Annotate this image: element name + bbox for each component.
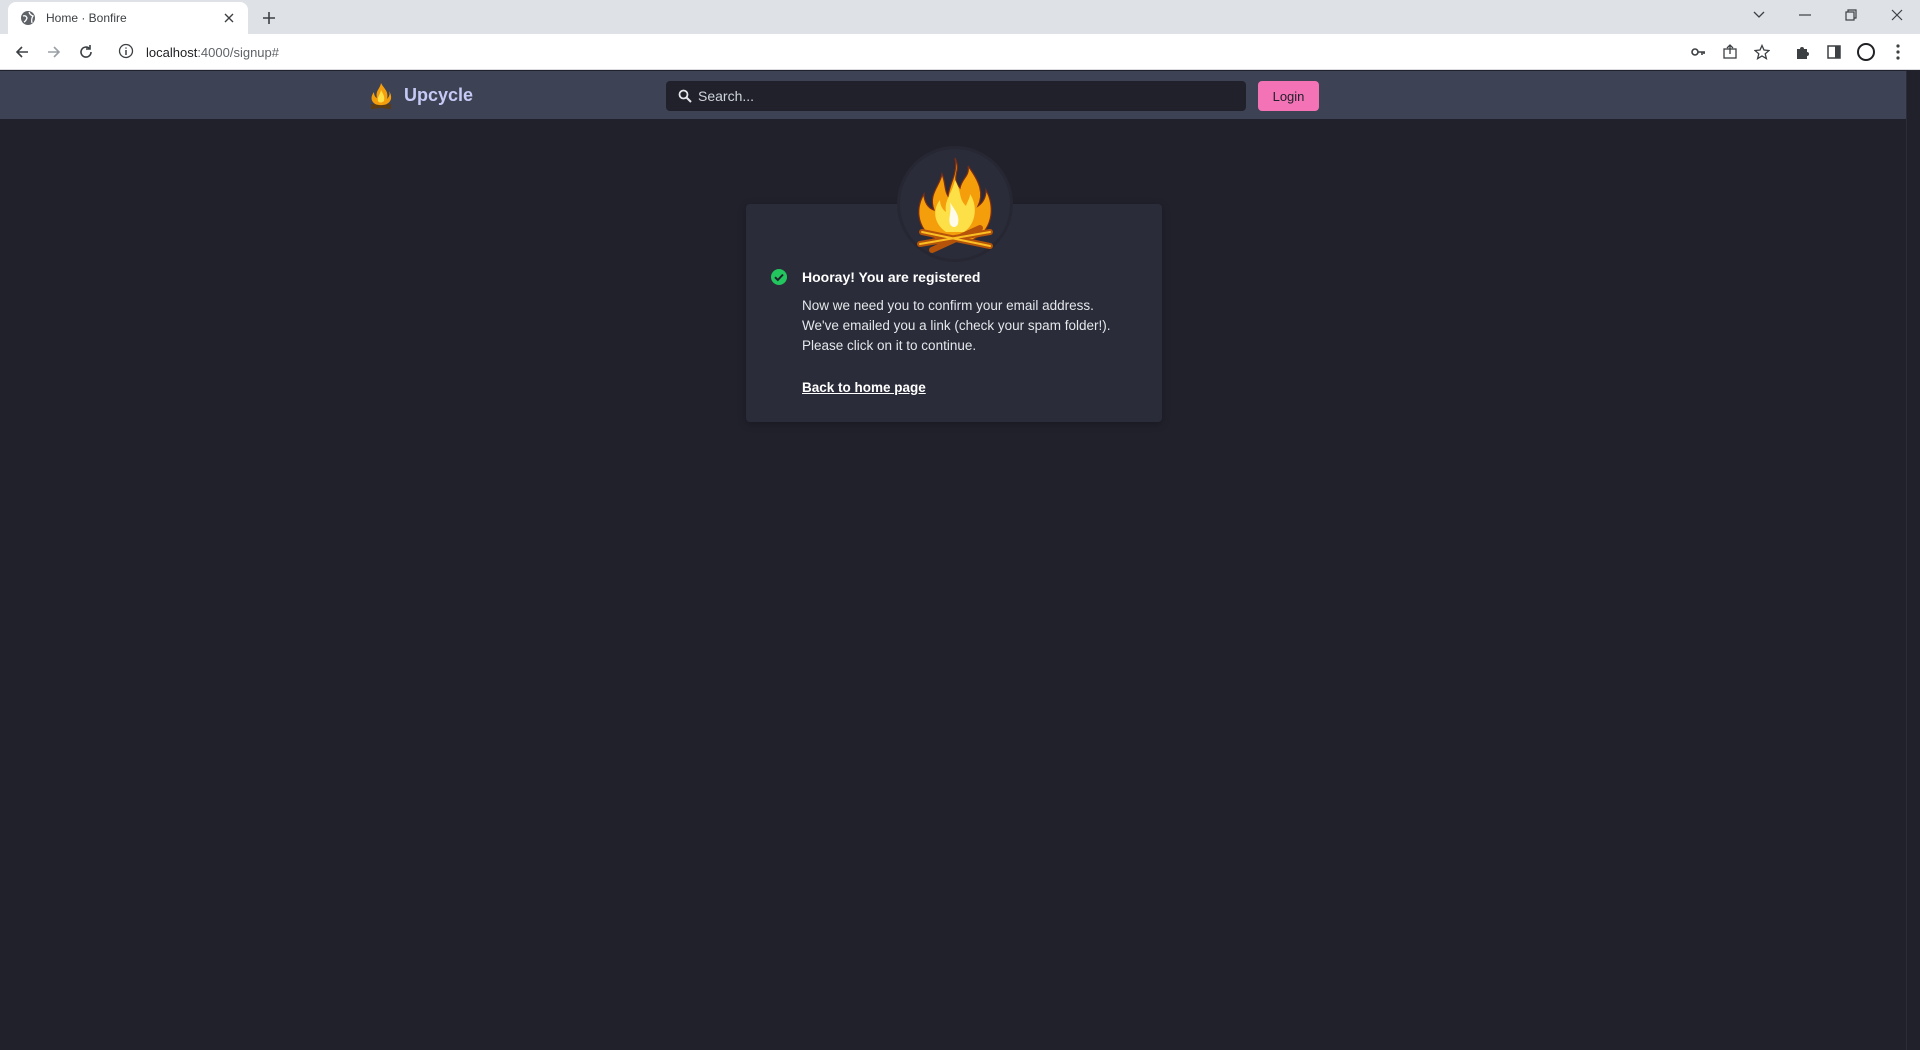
back-icon[interactable] bbox=[10, 40, 34, 64]
bonfire-icon bbox=[917, 157, 993, 253]
address-bar[interactable]: localhost:4000/signup# bbox=[110, 38, 1700, 66]
profile-icon[interactable] bbox=[1856, 42, 1876, 62]
search-input[interactable] bbox=[698, 88, 1218, 104]
plus-icon[interactable] bbox=[258, 7, 280, 29]
browser-toolbar: localhost:4000/signup# bbox=[0, 34, 1920, 70]
kebab-menu-icon[interactable] bbox=[1888, 42, 1908, 62]
info-icon[interactable] bbox=[118, 43, 136, 61]
brand-link[interactable]: Upcycle bbox=[368, 81, 473, 109]
app-navbar: Upcycle Login bbox=[0, 71, 1906, 119]
notice-heading: Hooray! You are registered bbox=[802, 269, 981, 285]
tab-title: Home · Bonfire bbox=[46, 11, 127, 25]
key-icon[interactable] bbox=[1688, 42, 1708, 62]
browser-tab[interactable]: Home · Bonfire bbox=[8, 2, 248, 34]
window-close-icon[interactable] bbox=[1874, 0, 1920, 30]
puzzle-icon[interactable] bbox=[1792, 42, 1812, 62]
bonfire-logo-icon bbox=[368, 81, 394, 109]
check-circle-icon bbox=[770, 268, 788, 286]
url-path: :4000/signup# bbox=[197, 44, 279, 60]
notice-line: Now we need you to confirm your email ad… bbox=[802, 298, 1094, 313]
sidepanel-icon[interactable] bbox=[1824, 42, 1844, 62]
star-icon[interactable] bbox=[1752, 42, 1772, 62]
back-to-home-link[interactable]: Back to home page bbox=[802, 380, 926, 395]
login-button[interactable]: Login bbox=[1258, 81, 1319, 111]
search-box[interactable] bbox=[666, 81, 1246, 111]
search-icon bbox=[678, 89, 692, 103]
notice-line: We've emailed you a link (check your spa… bbox=[802, 318, 1111, 333]
share-icon[interactable] bbox=[1720, 42, 1740, 62]
notice-body: Now we need you to confirm your email ad… bbox=[802, 296, 1142, 356]
minimize-icon[interactable] bbox=[1782, 0, 1828, 30]
reload-icon[interactable] bbox=[74, 40, 98, 64]
page-scrollbar[interactable] bbox=[1906, 71, 1920, 1050]
url-text: localhost:4000/signup# bbox=[146, 45, 279, 60]
notice-line: Please click on it to continue. bbox=[802, 338, 977, 353]
brand-name: Upcycle bbox=[404, 84, 474, 105]
browser-tabbar: Home · Bonfire bbox=[0, 0, 1920, 34]
chevron-down-icon[interactable] bbox=[1736, 0, 1782, 30]
bonfire-avatar bbox=[897, 146, 1013, 262]
forward-icon[interactable] bbox=[42, 40, 66, 64]
globe-icon bbox=[20, 10, 36, 26]
restore-icon[interactable] bbox=[1828, 0, 1874, 30]
url-host: localhost bbox=[146, 44, 198, 60]
close-icon[interactable] bbox=[220, 9, 238, 27]
